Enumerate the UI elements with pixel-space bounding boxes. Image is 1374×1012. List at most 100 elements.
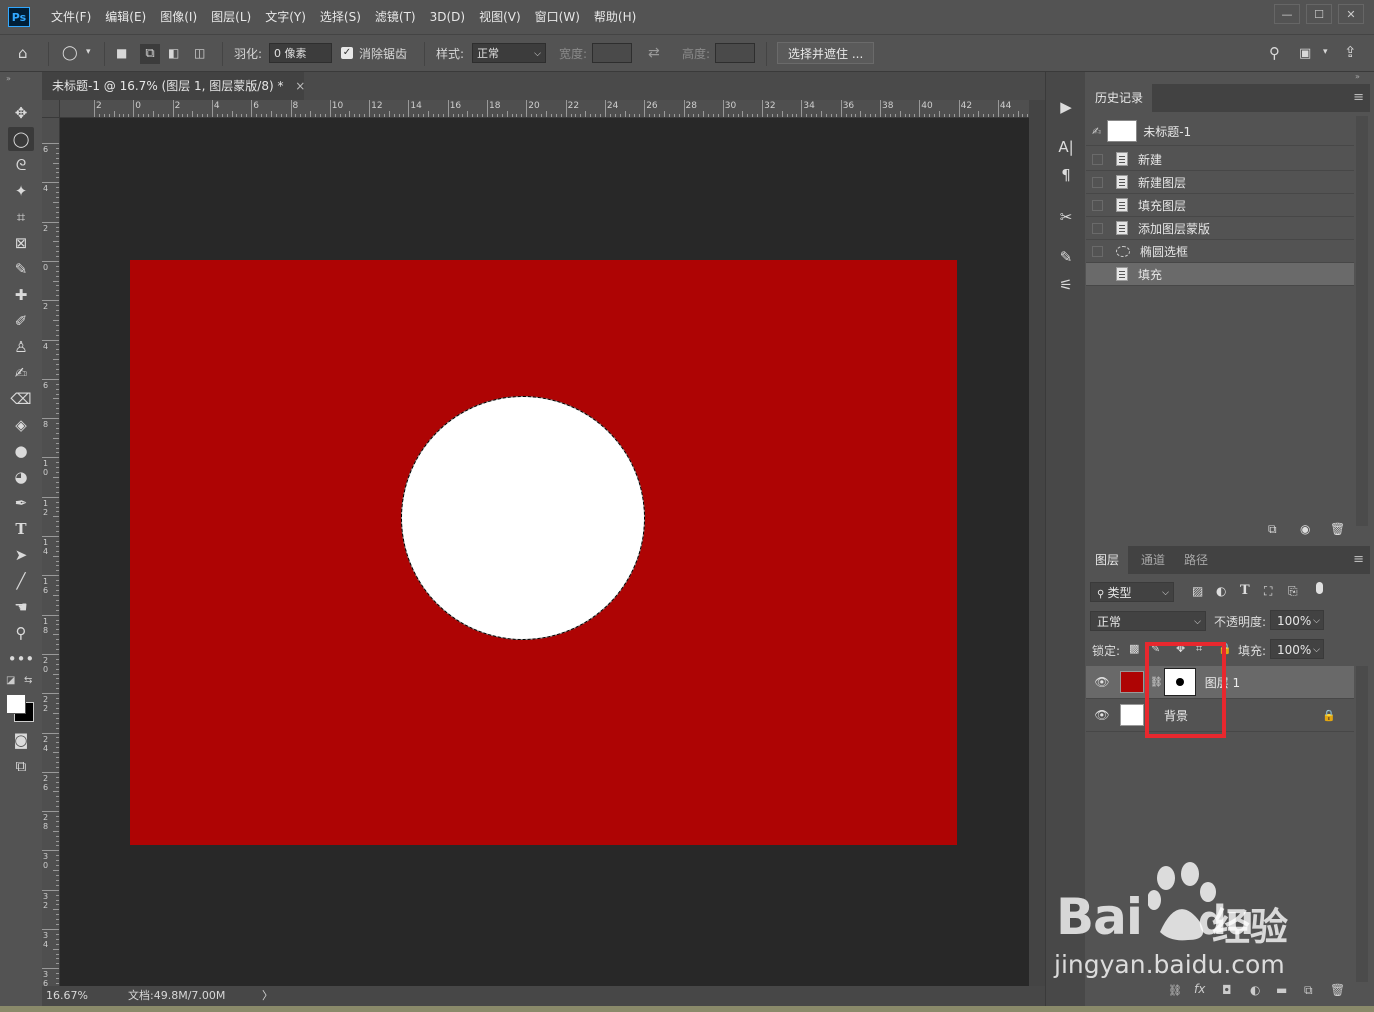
menu-layer[interactable]: 图层(L) bbox=[204, 0, 258, 34]
new-adjustment-layer-icon[interactable]: ◐ bbox=[1250, 983, 1260, 997]
layer-filter-select[interactable]: ⚲ 类型 ⌵ bbox=[1090, 582, 1174, 602]
move-tool-icon[interactable]: ✥ bbox=[8, 101, 34, 125]
fill-input[interactable]: 100% ⌵ bbox=[1270, 639, 1324, 659]
history-item[interactable]: 新建图层 bbox=[1086, 171, 1354, 194]
swap-dimensions-icon[interactable]: ⇄ bbox=[648, 46, 660, 60]
filter-toggle-icon[interactable] bbox=[1316, 582, 1323, 594]
intersect-selection-icon[interactable]: ◫ bbox=[194, 47, 205, 59]
height-input[interactable] bbox=[715, 43, 755, 63]
history-item[interactable]: 新建 bbox=[1086, 148, 1354, 171]
collapse-icon[interactable]: » bbox=[6, 74, 11, 83]
menu-3d[interactable]: 3D(D) bbox=[423, 0, 472, 34]
history-item[interactable]: 填充图层 bbox=[1086, 194, 1354, 217]
history-item[interactable]: 添加图层蒙版 bbox=[1086, 217, 1354, 240]
zoom-tool-icon[interactable]: ⚲ bbox=[8, 621, 34, 645]
collapse-icon[interactable]: » bbox=[1355, 72, 1360, 81]
menu-type[interactable]: 文字(Y) bbox=[258, 0, 313, 34]
subtract-selection-icon[interactable]: ◧ bbox=[168, 47, 179, 59]
history-brush-tool-icon[interactable]: ✍ bbox=[8, 361, 34, 385]
path-selection-tool-icon[interactable]: ➤ bbox=[8, 543, 34, 567]
menu-view[interactable]: 视图(V) bbox=[472, 0, 528, 34]
share-icon[interactable]: ⇪ bbox=[1344, 45, 1357, 60]
history-brush-source-icon[interactable]: ✍ bbox=[1092, 125, 1101, 138]
document-tab[interactable]: 未标题-1 @ 16.7% (图层 1, 图层蒙版/8) * × bbox=[42, 72, 305, 100]
new-layer-icon[interactable]: ⧉ bbox=[1304, 983, 1313, 998]
style-select[interactable]: 正常 ⌵ bbox=[472, 43, 546, 63]
paint-bucket-tool-icon[interactable]: ◈ bbox=[8, 413, 34, 437]
healing-brush-tool-icon[interactable]: ✚ bbox=[8, 283, 34, 307]
minimize-icon[interactable]: — bbox=[1274, 4, 1300, 24]
status-menu-arrow[interactable]: 〉 bbox=[262, 986, 273, 1006]
menu-select[interactable]: 选择(S) bbox=[313, 0, 368, 34]
blend-mode-select[interactable]: 正常 ⌵ bbox=[1090, 611, 1206, 631]
line-tool-icon[interactable]: ╱ bbox=[8, 569, 34, 593]
menu-filter[interactable]: 滤镜(T) bbox=[368, 0, 423, 34]
tab-channels[interactable]: 通道 bbox=[1132, 546, 1174, 574]
paragraph-panel-icon[interactable]: ¶ bbox=[1046, 162, 1086, 188]
feather-input[interactable]: 0 像素 bbox=[269, 43, 332, 63]
menu-window[interactable]: 窗口(W) bbox=[528, 0, 587, 34]
play-actions-icon[interactable]: ▶ bbox=[1046, 94, 1086, 120]
ellipse-marquee-preset-icon[interactable]: ◯ bbox=[62, 46, 78, 60]
quick-mask-icon[interactable]: ◙ bbox=[8, 728, 34, 752]
elliptical-marquee-tool-icon[interactable]: ◯ bbox=[8, 127, 34, 151]
chevron-down-icon[interactable]: ▾ bbox=[86, 48, 91, 57]
filter-pixel-icon[interactable]: ▨ bbox=[1192, 584, 1203, 598]
frame-tool-icon[interactable]: ⊠ bbox=[8, 231, 34, 255]
magic-wand-tool-icon[interactable]: ✦ bbox=[8, 179, 34, 203]
new-document-from-state-icon[interactable]: ⧉ bbox=[1268, 522, 1277, 537]
chevron-down-icon[interactable]: ▾ bbox=[1323, 48, 1328, 57]
menu-file[interactable]: 文件(F) bbox=[44, 0, 98, 34]
link-layers-icon[interactable]: ⛓ bbox=[1168, 984, 1182, 997]
add-mask-icon[interactable]: ◘ bbox=[1222, 983, 1232, 997]
search-icon[interactable]: ⚲ bbox=[1269, 46, 1280, 61]
visibility-eye-icon[interactable]: 👁 bbox=[1092, 708, 1112, 722]
width-input[interactable] bbox=[592, 43, 632, 63]
tab-paths[interactable]: 路径 bbox=[1175, 546, 1217, 574]
pen-tool-icon[interactable]: ✒ bbox=[8, 491, 34, 515]
antialias-checkbox[interactable]: ✓ bbox=[341, 47, 353, 59]
type-tool-icon[interactable]: T bbox=[8, 517, 34, 541]
menu-image[interactable]: 图像(I) bbox=[153, 0, 204, 34]
dodge-tool-icon[interactable]: ◕ bbox=[8, 465, 34, 489]
visibility-eye-icon[interactable]: 👁 bbox=[1092, 675, 1112, 689]
white-circle-selection[interactable] bbox=[401, 396, 645, 640]
close-window-icon[interactable]: ✕ bbox=[1338, 4, 1364, 24]
new-selection-icon[interactable]: ■ bbox=[116, 47, 127, 59]
select-and-mask-button[interactable]: 选择并遮住 ... bbox=[777, 42, 875, 64]
brush-settings-icon[interactable]: ✎ bbox=[1046, 244, 1086, 270]
filter-smart-object-icon[interactable]: ⎘ bbox=[1288, 584, 1298, 599]
workspace-icon[interactable]: ▣ bbox=[1299, 47, 1311, 60]
lock-icon[interactable]: 🔒 bbox=[1322, 709, 1336, 722]
history-scrollbar[interactable] bbox=[1356, 116, 1368, 526]
eraser-tool-icon[interactable]: ⌫ bbox=[8, 387, 34, 411]
clone-stamp-tool-icon[interactable]: ♙ bbox=[8, 335, 34, 359]
new-group-icon[interactable]: ▬ bbox=[1276, 983, 1287, 997]
history-item-current[interactable]: 填充 bbox=[1086, 263, 1354, 286]
maximize-icon[interactable]: ☐ bbox=[1306, 4, 1332, 24]
history-item[interactable]: 椭圆选框 bbox=[1086, 240, 1354, 263]
screen-mode-icon[interactable]: ⧉ bbox=[8, 754, 34, 778]
close-tab-icon[interactable]: × bbox=[295, 79, 305, 93]
panel-menu-icon[interactable]: ≡ bbox=[1353, 90, 1364, 105]
more-tools-icon[interactable]: ••• bbox=[8, 647, 35, 671]
home-icon[interactable]: ⌂ bbox=[18, 46, 28, 61]
trash-icon[interactable]: 🗑 bbox=[1330, 522, 1345, 536]
vertical-scrollbar[interactable] bbox=[1029, 100, 1045, 986]
fx-icon[interactable]: fx bbox=[1194, 982, 1205, 996]
tab-layers[interactable]: 图层 bbox=[1086, 546, 1129, 574]
add-selection-icon[interactable]: ⧉ bbox=[140, 44, 160, 64]
camera-icon[interactable]: ◉ bbox=[1300, 522, 1310, 536]
crop-tool-icon[interactable]: ⌗ bbox=[8, 205, 34, 229]
lock-transparent-icon[interactable]: ▩ bbox=[1129, 642, 1139, 655]
default-colors-icon[interactable]: ◪ bbox=[6, 675, 15, 686]
filter-shape-icon[interactable]: ⛶ bbox=[1264, 584, 1272, 599]
menu-edit[interactable]: 编辑(E) bbox=[98, 0, 153, 34]
blur-tool-icon[interactable]: ● bbox=[8, 439, 34, 463]
character-panel-icon[interactable]: A| bbox=[1046, 134, 1086, 160]
menu-help[interactable]: 帮助(H) bbox=[587, 0, 643, 34]
filter-type-icon[interactable]: T bbox=[1240, 583, 1250, 598]
foreground-color-swatch[interactable] bbox=[6, 694, 26, 714]
trash-icon[interactable]: 🗑 bbox=[1330, 983, 1345, 997]
hand-tool-icon[interactable]: ☚ bbox=[8, 595, 34, 619]
